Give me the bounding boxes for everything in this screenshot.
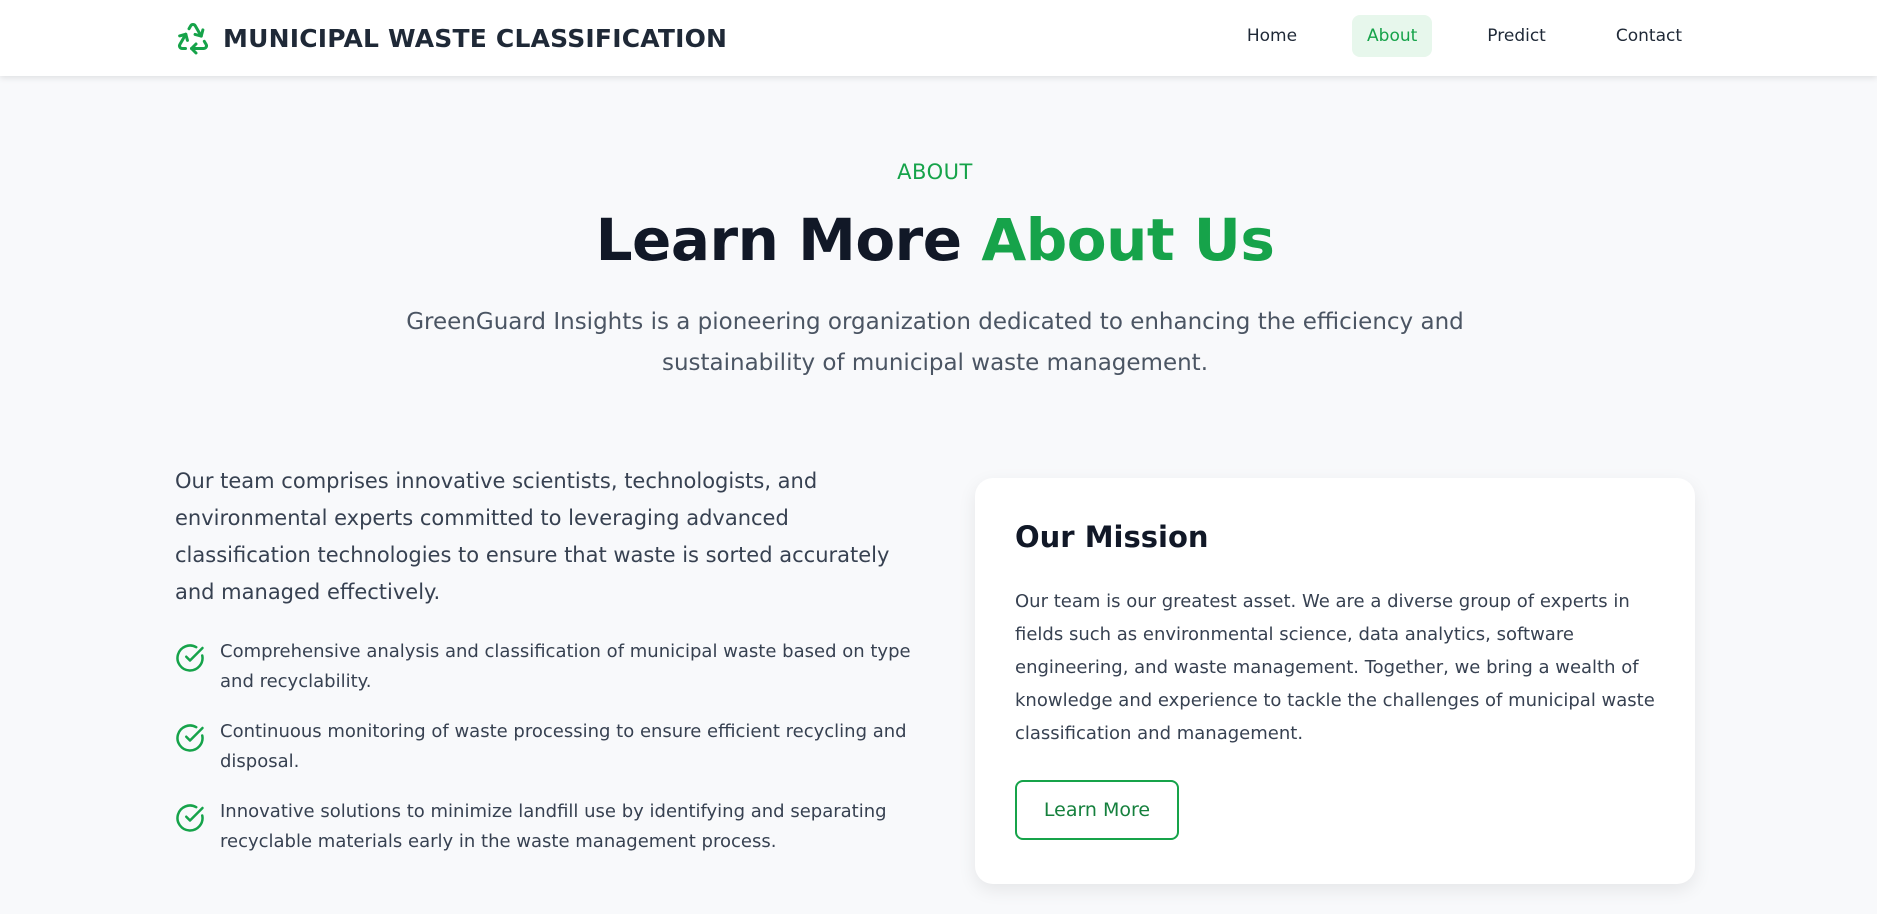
list-item: Innovative solutions to minimize landfil… <box>175 797 915 857</box>
page-subtitle: GreenGuard Insights is a pioneering orga… <box>406 309 1464 376</box>
check-circle-icon <box>175 803 205 833</box>
feature-text: Innovative solutions to minimize landfil… <box>220 801 887 852</box>
section-eyebrow: ABOUT <box>897 160 973 184</box>
mission-body: Our team is our greatest asset. We are a… <box>1015 591 1655 744</box>
feature-text: Continuous monitoring of waste processin… <box>220 721 907 772</box>
recycle-icon <box>175 20 211 56</box>
list-item: Continuous monitoring of waste processin… <box>175 717 915 777</box>
list-item: Comprehensive analysis and classificatio… <box>175 637 915 697</box>
page-title-accent: About Us <box>981 206 1275 274</box>
check-circle-icon <box>175 723 205 753</box>
page-title-main: Learn More <box>595 206 982 274</box>
nav-predict[interactable]: Predict <box>1472 15 1561 57</box>
main-nav: Home About Predict Contact <box>1192 15 1697 57</box>
brand[interactable]: MUNICIPAL WASTE CLASSIFICATION <box>175 18 727 58</box>
nav-contact[interactable]: Contact <box>1601 15 1697 57</box>
mission-title: Our Mission <box>1015 520 1209 554</box>
navbar: MUNICIPAL WASTE CLASSIFICATION Home Abou… <box>0 0 1877 76</box>
nav-home[interactable]: Home <box>1232 15 1312 57</box>
check-circle-icon <box>175 643 205 673</box>
brand-title: MUNICIPAL WASTE CLASSIFICATION <box>223 23 728 53</box>
nav-about[interactable]: About <box>1352 15 1433 57</box>
feature-text: Comprehensive analysis and classificatio… <box>220 641 911 692</box>
feature-list: Comprehensive analysis and classificatio… <box>175 637 915 877</box>
page-title: Learn More About Us <box>0 206 1870 274</box>
learn-more-button[interactable]: Learn More <box>1015 780 1179 840</box>
about-intro: Our team comprises innovative scientists… <box>175 469 890 604</box>
mission-card: Our Mission Our team is our greatest ass… <box>975 478 1695 884</box>
